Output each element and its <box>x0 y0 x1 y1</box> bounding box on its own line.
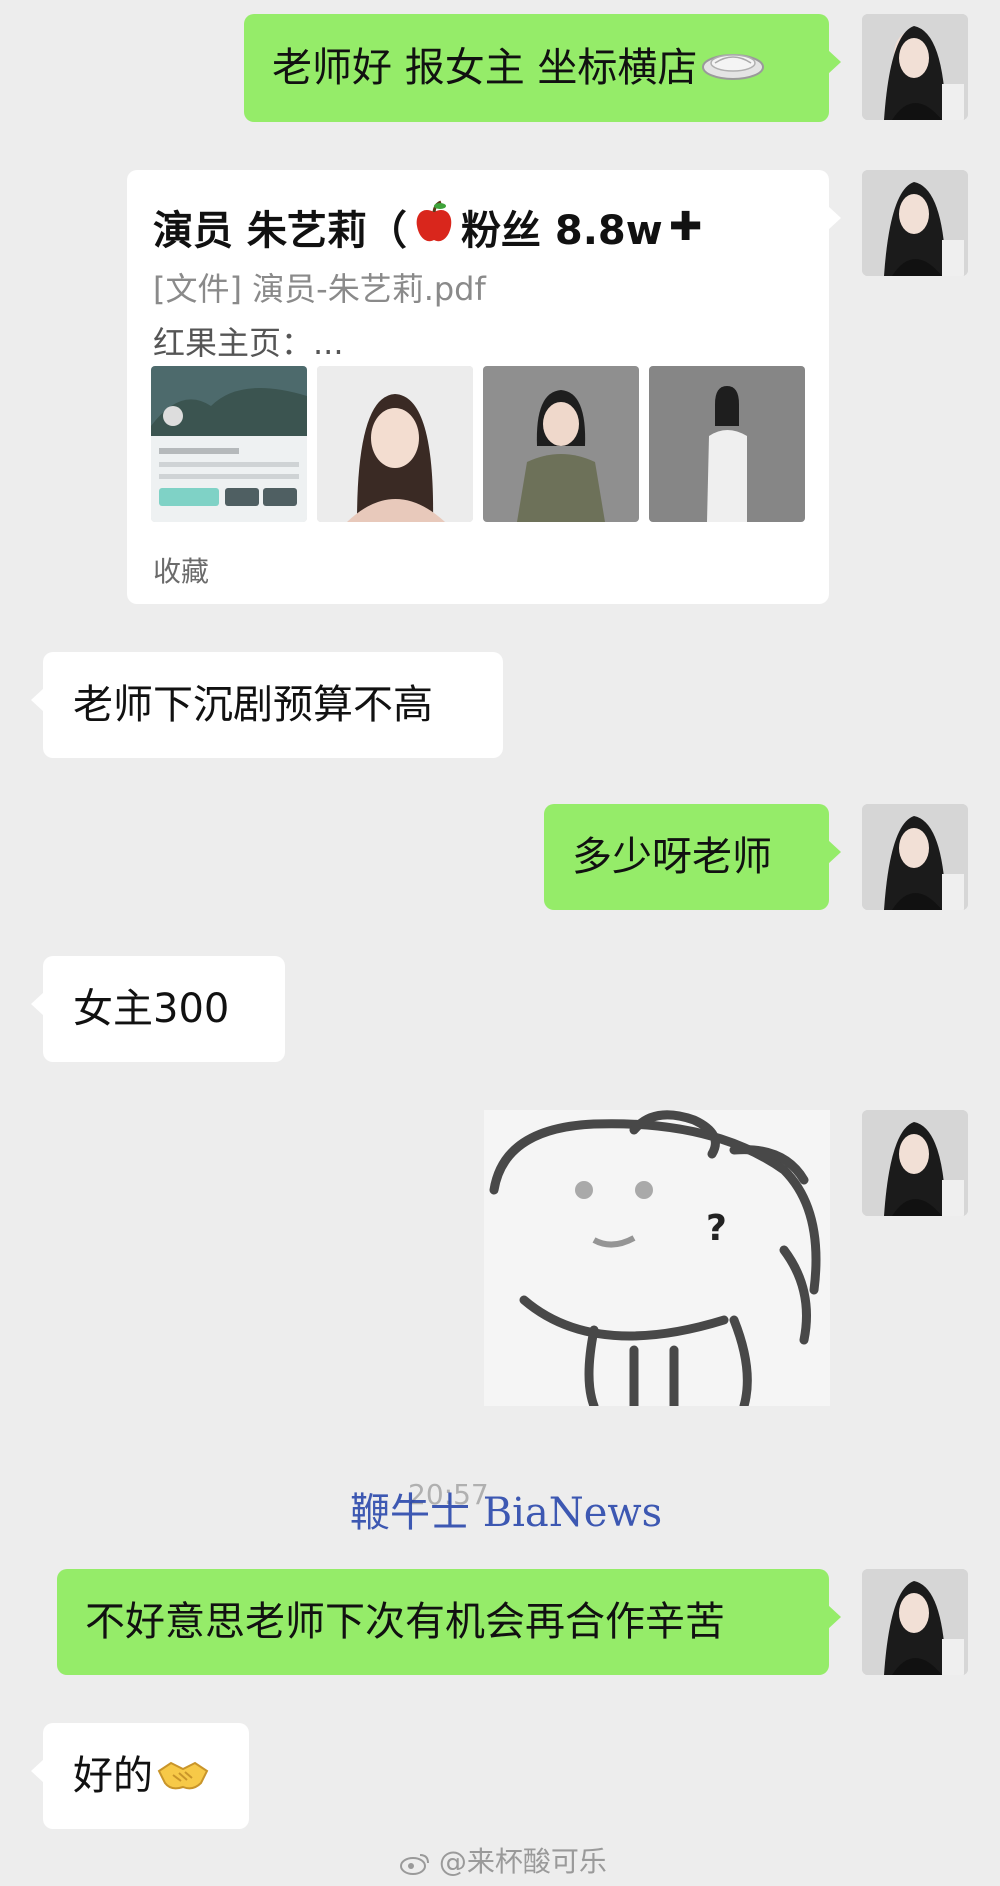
homepage-link[interactable]: 红果主页：... <box>153 318 344 364</box>
sticker-image[interactable]: ? <box>484 1110 830 1406</box>
avatar[interactable] <box>862 1569 968 1675</box>
avatar[interactable] <box>862 804 968 910</box>
watermark: 鞭牛士 BiaNews <box>350 1490 663 1536</box>
favorites-label: 收藏 <box>153 555 210 588</box>
message-text: 多少呀老师 <box>572 834 772 880</box>
file-share-card[interactable]: 演员 朱艺莉（ 粉丝 8.8w ✚ [文件] 演员-朱艺莉.pdf 红果主页：.… <box>127 170 841 604</box>
handshake-icon <box>157 1753 209 1800</box>
message-text: 老师好 报女主 坐标横店 <box>272 45 698 91</box>
sent-message-bubble[interactable]: 老师好 报女主 坐标横店 <box>244 14 841 122</box>
card-title-text: 演员 朱艺莉（ <box>153 208 407 254</box>
avatar[interactable] <box>862 1110 968 1216</box>
sent-message-bubble[interactable]: 多少呀老师 <box>544 804 841 910</box>
received-message-bubble[interactable]: 女主300 <box>31 956 285 1062</box>
received-message-bubble[interactable]: 老师下沉剧预算不高 <box>31 652 503 758</box>
message-text: 不好意思老师下次有机会再合作辛苦 <box>85 1599 725 1645</box>
message-text: 女主300 <box>73 986 230 1032</box>
avatar[interactable] <box>862 14 968 120</box>
portrait-photo-1[interactable] <box>317 366 473 522</box>
plus-icon: ✚ <box>668 204 703 250</box>
portrait-photo-3[interactable] <box>649 366 805 522</box>
credit-text: @来杯酸可乐 <box>438 1845 607 1878</box>
image-thumbnails <box>151 366 805 522</box>
sent-message-bubble[interactable]: 不好意思老师下次有机会再合作辛苦 <box>57 1569 841 1675</box>
message-text: 老师下沉剧预算不高 <box>73 682 433 728</box>
fans-count: 粉丝 8.8w <box>460 208 663 254</box>
file-name: [文件] 演员-朱艺莉.pdf <box>153 270 486 308</box>
card-title: 演员 朱艺莉（ 粉丝 8.8w ✚ <box>153 198 702 256</box>
message-text: 好的 <box>73 1753 153 1799</box>
profile-screenshot-thumbnail[interactable] <box>151 366 307 522</box>
apple-icon <box>413 200 455 254</box>
weibo-icon <box>400 1845 439 1878</box>
dish-icon <box>701 47 765 90</box>
avatar[interactable] <box>862 170 968 276</box>
portrait-photo-2[interactable] <box>483 366 639 522</box>
question-mark: ? <box>706 1208 727 1249</box>
source-credit: @来杯酸可乐 <box>400 1840 607 1880</box>
received-message-bubble[interactable]: 好的 <box>31 1723 249 1829</box>
